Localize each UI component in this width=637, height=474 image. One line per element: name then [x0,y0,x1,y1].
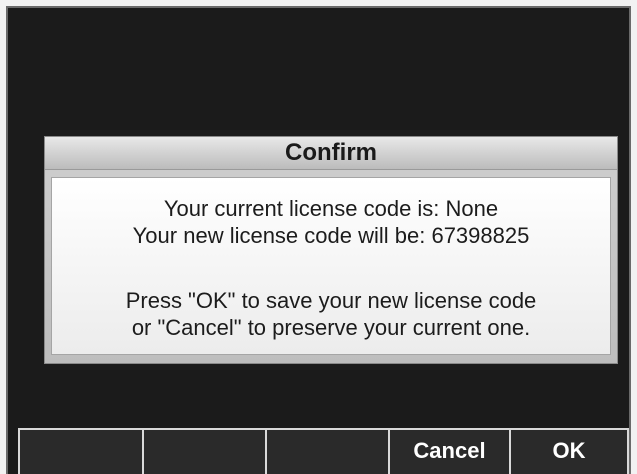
ok-button[interactable]: OK [509,428,629,474]
instruction-line-2: or "Cancel" to preserve your current one… [131,315,531,340]
instruction-line-1: Press "OK" to save your new license code [125,288,537,313]
cancel-button[interactable]: Cancel [388,428,509,474]
new-license-line: Your new license code will be: 67398825 [132,223,530,248]
confirm-dialog: Confirm Your current license code is: No… [44,136,618,364]
softkey-bar: Cancel OK [18,428,629,474]
softkey-3[interactable] [265,428,388,474]
softkey-2[interactable] [142,428,265,474]
phone-screen: Confirm Your current license code is: No… [6,6,631,474]
dialog-title: Confirm [45,137,617,170]
softkey-1[interactable] [18,428,142,474]
current-license-line: Your current license code is: None [163,196,499,221]
dialog-message: Your current license code is: None Your … [51,177,611,355]
